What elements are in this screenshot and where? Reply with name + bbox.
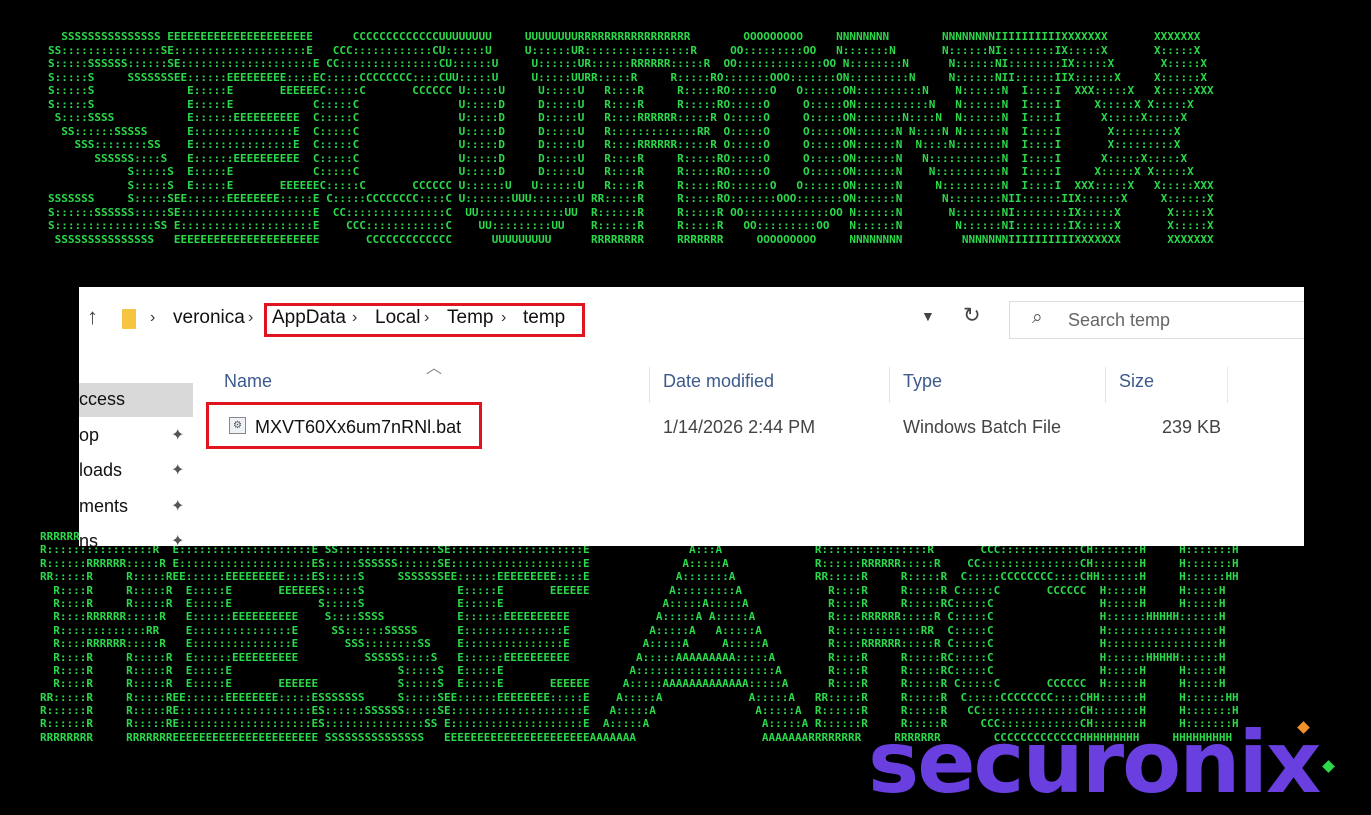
breadcrumb-separator: › — [248, 309, 254, 326]
ascii-banner-line: R::::R R:::::R E:::::E EEEEEE S:::::S E:… — [40, 677, 1226, 691]
securonix-logo: securonix — [868, 720, 1321, 806]
column-header-size[interactable]: Size — [1119, 371, 1154, 392]
ascii-banner-line: SSS::::::::SS E:::::::::::::::E C:::::C … — [48, 138, 1181, 151]
pin-icon: ✦ — [171, 427, 185, 444]
ascii-banner-line: R::::R R:::::R E:::::E EEEEEES:::::S E::… — [40, 583, 1226, 597]
address-bar[interactable]: ↑ › veronica › AppData › Local › Temp › … — [79, 301, 1304, 341]
file-size: 239 KB — [1162, 417, 1222, 437]
nav-item-label: ments — [79, 496, 129, 516]
ascii-banner-line: SSSSSSS S:::::SEE::::::EEEEEEEE:::::E C:… — [48, 192, 1214, 205]
ascii-banner-line: SS::::::SSSSS E:::::::::::::::E C:::::C … — [48, 124, 1181, 138]
column-divider[interactable] — [649, 367, 650, 403]
nav-item-quick-access[interactable]: ccess — [79, 383, 193, 417]
ascii-banner-line: R::::RRRRRR:::::R E::::::EEEEEEEEEE S:::… — [40, 610, 1226, 624]
column-divider[interactable] — [889, 367, 890, 403]
search-icon: ⌕ — [1032, 307, 1043, 328]
ascii-banner-line: SS:::::::::::::::SE::::::::::::::::::::E… — [48, 43, 1201, 57]
ascii-banner-top: SSSSSSSSSSSSSSS EEEEEEEEEEEEEEEEEEEEEE C… — [0, 30, 1371, 282]
ascii-banner-line: S:::::SSSSSS::::::SE::::::::::::::::::::… — [48, 57, 1207, 70]
ascii-banner-line: R:::::::::::::RR E:::::::::::::::E SS:::… — [40, 623, 1226, 637]
ascii-banner-line: SSSSSS::::S E::::::EEEEEEEEEE C:::::C U:… — [48, 151, 1188, 165]
nav-item-documents[interactable]: ments ✦ — [79, 490, 193, 524]
navigation-pane: ccess op ✦ loads ✦ ments ✦ ns ✦ — [79, 383, 193, 546]
nav-item-label: ccess — [79, 389, 126, 409]
column-header-date-modified[interactable]: Date modified — [663, 371, 774, 392]
ascii-banner-line: S:::::S SSSSSSSEE::::::EEEEEEEEE::::EC::… — [48, 70, 1207, 84]
nav-item-label: ns — [79, 531, 99, 546]
file-highlight-box — [206, 402, 482, 449]
column-header-name[interactable]: Name — [224, 371, 272, 392]
column-divider[interactable] — [1105, 367, 1106, 403]
ascii-banner-line: R::::R R:::::R E:::::E S:::::S E:::::E A… — [40, 596, 1226, 610]
ascii-banner-line: S::::::SSSSSS:::::SE::::::::::::::::::::… — [48, 205, 1214, 219]
nav-item-downloads[interactable]: loads ✦ — [79, 454, 193, 488]
ascii-banner-line: S:::::S E:::::E C:::::C U:::::D D:::::U … — [48, 97, 1194, 111]
ascii-banner-line: SSSSSSSSSSSSSSS EEEEEEEEEEEEEEEEEEEEEE C… — [48, 30, 1201, 43]
breadcrumb-item-veronica[interactable]: veronica — [173, 307, 245, 329]
ascii-banner-line: RR:::::R R:::::REE::::::EEEEEEEE:::::ESS… — [40, 690, 1239, 704]
ascii-banner-line: S:::::S E:::::E EEEEEEC:::::C CCCCCC U::… — [48, 178, 1214, 192]
logo-text: securonix — [868, 713, 1321, 813]
nav-item-desktop[interactable]: op ✦ — [79, 419, 193, 453]
path-highlight-box — [264, 303, 585, 337]
up-arrow-icon[interactable]: ↑ — [87, 304, 98, 330]
file-type: Windows Batch File — [903, 417, 1062, 437]
ascii-banner-line: SSSSSSSSSSSSSSS EEEEEEEEEEEEEEEEEEEEEE C… — [48, 232, 1214, 246]
column-divider[interactable] — [1227, 367, 1228, 403]
ascii-banner-line: R::::::RRRRRR:::::R E:::::::::::::::::::… — [40, 556, 1239, 570]
ascii-banner-line: S::::SSSS E::::::EEEEEEEEEE C:::::C U:::… — [48, 111, 1188, 124]
pin-icon: ✦ — [171, 533, 185, 546]
column-header-type[interactable]: Type — [903, 371, 942, 392]
file-date-modified: 1/14/2026 2:44 PM — [663, 417, 816, 437]
pin-icon: ✦ — [171, 462, 185, 479]
chevron-down-icon[interactable]: ▼ — [921, 308, 935, 324]
ascii-banner-line: S:::::S E:::::E C:::::C U:::::D D:::::U … — [48, 165, 1194, 178]
ascii-banner-line: S:::::::::::::::SS E::::::::::::::::::::… — [48, 219, 1214, 232]
file-explorer-window: ↑ › veronica › AppData › Local › Temp › … — [79, 287, 1304, 546]
nav-item-label: loads — [79, 460, 123, 480]
refresh-icon[interactable]: ↻ — [963, 303, 981, 328]
sort-ascending-icon: ︿ — [426, 360, 443, 377]
nav-item-label: op — [79, 425, 100, 445]
folder-icon — [122, 309, 136, 329]
ascii-banner-line: R::::RRRRRR:::::R E:::::::::::::::E SSS:… — [40, 637, 1226, 651]
ascii-banner-line: R::::R R:::::R E:::::E S:::::S E:::::E A… — [40, 663, 1226, 677]
ascii-banner-line: S:::::S E:::::E EEEEEEC:::::C CCCCCC U::… — [48, 84, 1214, 97]
search-placeholder: Search temp — [1068, 310, 1171, 330]
nav-item-pictures[interactable]: ns ✦ — [79, 525, 193, 546]
pin-icon: ✦ — [171, 498, 185, 515]
breadcrumb-separator: › — [150, 309, 156, 326]
ascii-banner-line: R::::R R:::::R E::::::EEEEEEEEEE SSSSSS:… — [40, 650, 1226, 664]
ascii-banner-line: RR:::::R R:::::REE::::::EEEEEEEEE::::ES:… — [40, 570, 1239, 584]
search-input[interactable]: ⌕ Search temp — [1009, 301, 1304, 339]
